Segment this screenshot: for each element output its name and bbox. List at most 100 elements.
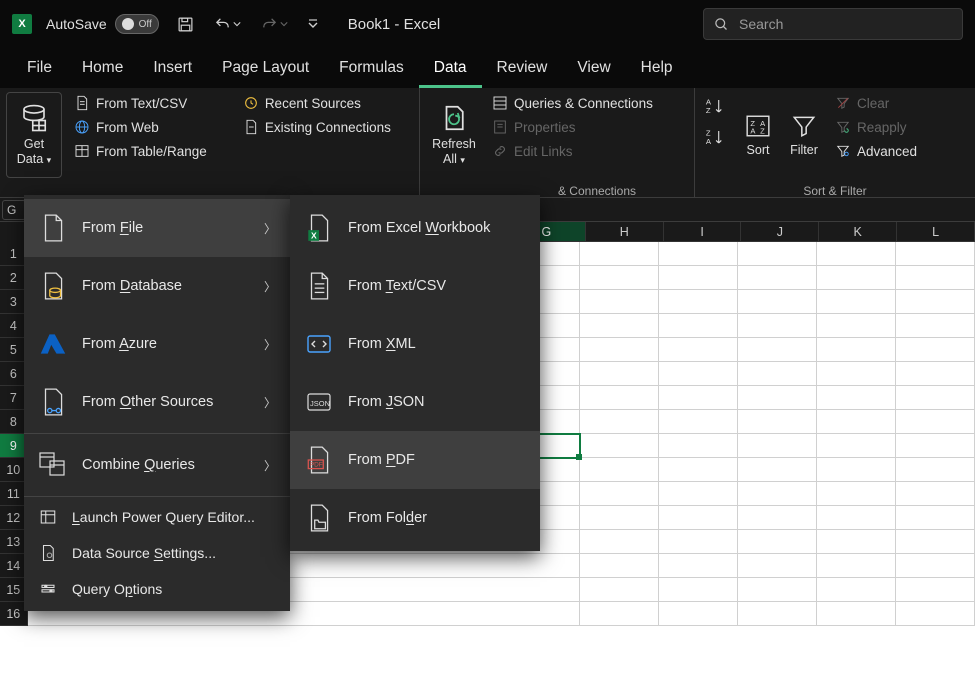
- cell[interactable]: [738, 386, 817, 410]
- cell[interactable]: [501, 578, 580, 602]
- menu-launch-power-query[interactable]: Launch Power Query Editor...: [24, 499, 290, 535]
- tab-insert[interactable]: Insert: [138, 51, 207, 88]
- cell[interactable]: [738, 338, 817, 362]
- cell[interactable]: [580, 410, 659, 434]
- cell[interactable]: [817, 242, 896, 266]
- cell[interactable]: [738, 602, 817, 626]
- cell[interactable]: [896, 434, 975, 458]
- cell[interactable]: [817, 434, 896, 458]
- tab-home[interactable]: Home: [67, 51, 138, 88]
- undo-button[interactable]: [210, 12, 245, 37]
- cell[interactable]: [738, 242, 817, 266]
- autosave-toggle[interactable]: AutoSave Off: [46, 14, 159, 34]
- cell[interactable]: [738, 578, 817, 602]
- cell[interactable]: [659, 530, 738, 554]
- clear-filter-button[interactable]: Clear: [829, 92, 923, 114]
- cell[interactable]: [817, 554, 896, 578]
- cell[interactable]: [817, 362, 896, 386]
- menu-from-database[interactable]: From Database 〉: [24, 257, 290, 315]
- properties-button[interactable]: Properties: [486, 116, 659, 138]
- menu-data-source-settings[interactable]: Data Source Settings...: [24, 535, 290, 571]
- redo-button[interactable]: [257, 12, 292, 37]
- cell[interactable]: [659, 602, 738, 626]
- reapply-button[interactable]: Reapply: [829, 116, 923, 138]
- cell[interactable]: [659, 338, 738, 362]
- tab-help[interactable]: Help: [626, 51, 688, 88]
- tab-page-layout[interactable]: Page Layout: [207, 51, 324, 88]
- toggle-off-icon[interactable]: Off: [115, 14, 159, 34]
- cell[interactable]: [738, 530, 817, 554]
- filter-button[interactable]: Filter: [783, 92, 825, 178]
- cell[interactable]: [738, 290, 817, 314]
- from-web-button[interactable]: From Web: [68, 116, 213, 138]
- cell[interactable]: [659, 386, 738, 410]
- cell[interactable]: [738, 458, 817, 482]
- from-table-range-button[interactable]: From Table/Range: [68, 140, 213, 162]
- cell[interactable]: [580, 338, 659, 362]
- search-input[interactable]: Search: [703, 8, 963, 40]
- cell[interactable]: [738, 410, 817, 434]
- cell[interactable]: [896, 602, 975, 626]
- tab-data[interactable]: Data: [419, 51, 482, 88]
- cell[interactable]: [738, 362, 817, 386]
- sort-desc-button[interactable]: ZA: [705, 127, 729, 152]
- submenu-json[interactable]: JSON From JSON: [290, 373, 540, 431]
- cell[interactable]: [896, 482, 975, 506]
- edit-links-button[interactable]: Edit Links: [486, 140, 659, 162]
- refresh-all-button[interactable]: RefreshAll ▾: [426, 92, 482, 178]
- sort-asc-button[interactable]: AZ: [705, 96, 729, 121]
- column-header[interactable]: H: [586, 222, 664, 242]
- cell[interactable]: [659, 266, 738, 290]
- cell[interactable]: [896, 242, 975, 266]
- cell[interactable]: [659, 290, 738, 314]
- cell[interactable]: [738, 506, 817, 530]
- cell[interactable]: [738, 434, 817, 458]
- submenu-folder[interactable]: From Folder: [290, 489, 540, 547]
- cell[interactable]: [580, 242, 659, 266]
- menu-query-options[interactable]: Query Options: [24, 571, 290, 607]
- cell[interactable]: [817, 458, 896, 482]
- tab-view[interactable]: View: [562, 51, 625, 88]
- menu-from-azure[interactable]: From Azure 〉: [24, 315, 290, 373]
- cell[interactable]: [580, 530, 659, 554]
- cell[interactable]: [580, 290, 659, 314]
- cell[interactable]: [501, 602, 580, 626]
- from-text-csv-button[interactable]: From Text/CSV: [68, 92, 213, 114]
- tab-review[interactable]: Review: [482, 51, 563, 88]
- cell[interactable]: [659, 242, 738, 266]
- cell[interactable]: [896, 314, 975, 338]
- cell[interactable]: [580, 314, 659, 338]
- cell[interactable]: [817, 602, 896, 626]
- cell[interactable]: [896, 338, 975, 362]
- cell[interactable]: [580, 434, 659, 458]
- cell[interactable]: [896, 506, 975, 530]
- cell[interactable]: [580, 362, 659, 386]
- cell[interactable]: [896, 578, 975, 602]
- cell[interactable]: [817, 410, 896, 434]
- cell[interactable]: [817, 290, 896, 314]
- recent-sources-button[interactable]: Recent Sources: [237, 92, 397, 114]
- cell[interactable]: [659, 410, 738, 434]
- name-box[interactable]: G: [2, 200, 26, 220]
- cell[interactable]: [817, 506, 896, 530]
- cell[interactable]: [659, 434, 738, 458]
- submenu-pdf[interactable]: PDF From PDF: [290, 431, 540, 489]
- save-icon[interactable]: [173, 12, 198, 37]
- cell[interactable]: [580, 458, 659, 482]
- sort-button[interactable]: ZAAZ Sort: [737, 92, 779, 178]
- cell[interactable]: [738, 266, 817, 290]
- cell[interactable]: [817, 266, 896, 290]
- cell[interactable]: [580, 578, 659, 602]
- cell[interactable]: [580, 482, 659, 506]
- column-header[interactable]: J: [741, 222, 819, 242]
- column-header[interactable]: L: [897, 222, 975, 242]
- cell[interactable]: [817, 338, 896, 362]
- existing-connections-button[interactable]: Existing Connections: [237, 116, 397, 138]
- cell[interactable]: [896, 410, 975, 434]
- cell[interactable]: [659, 314, 738, 338]
- cell[interactable]: [659, 482, 738, 506]
- cell[interactable]: [659, 554, 738, 578]
- advanced-filter-button[interactable]: Advanced: [829, 140, 923, 162]
- cell[interactable]: [580, 386, 659, 410]
- cell[interactable]: [896, 362, 975, 386]
